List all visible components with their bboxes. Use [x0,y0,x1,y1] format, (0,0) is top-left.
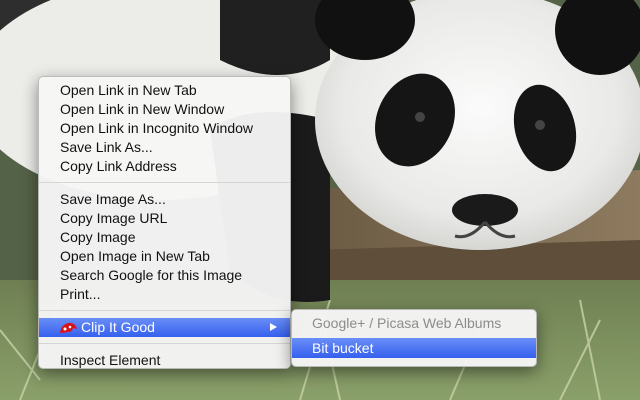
menu-item-copy-image[interactable]: Copy Image [39,228,290,247]
menu-item-save-link-as[interactable]: Save Link As... [39,138,290,157]
menu-separator [39,343,290,344]
menu-item-open-link-in-new-tab[interactable]: Open Link in New Tab [39,81,290,100]
menu-item-copy-image-url[interactable]: Copy Image URL [39,209,290,228]
menu-item-open-image-in-new-tab[interactable]: Open Image in New Tab [39,247,290,266]
menu-item-open-link-in-new-window[interactable]: Open Link in New Window [39,100,290,119]
menu-item-copy-link-address[interactable]: Copy Link Address [39,157,290,176]
menu-item-open-link-in-incognito-window[interactable]: Open Link in Incognito Window [39,119,290,138]
submenu-arrow-icon [270,323,277,331]
menu-separator [39,310,290,311]
context-menu: Open Link in New Tab Open Link in New Win… [38,76,291,369]
clip-it-good-submenu: Google+ / Picasa Web Albums Bit bucket [291,309,537,367]
menu-separator [39,182,290,183]
menu-item-inspect-element[interactable]: Inspect Element [39,351,290,370]
menu-item-save-image-as[interactable]: Save Image As... [39,190,290,209]
menu-item-search-google-for-this-image[interactable]: Search Google for this Image [39,266,290,285]
menu-item-print[interactable]: Print... [39,285,290,304]
submenu-item-picasa[interactable]: Google+ / Picasa Web Albums [292,313,536,333]
clip-it-good-icon [60,322,77,333]
menu-item-clip-it-good-label: Clip It Good [81,319,155,335]
submenu-item-bit-bucket[interactable]: Bit bucket [292,338,536,358]
menu-item-clip-it-good[interactable]: Clip It Good [39,318,290,337]
